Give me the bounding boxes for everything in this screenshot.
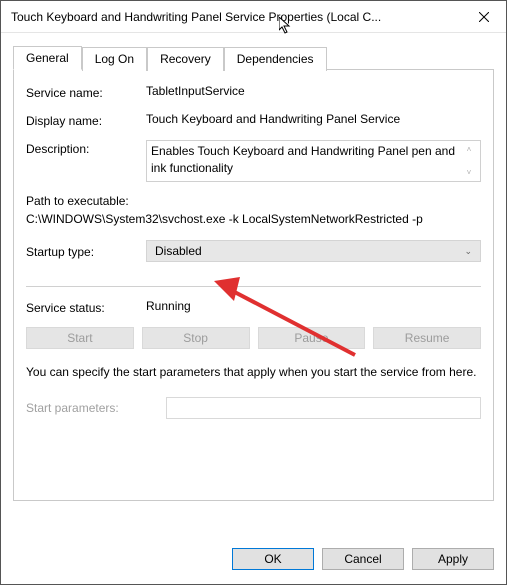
close-icon [479,12,489,22]
service-status-label: Service status: [26,299,146,315]
divider [26,286,481,287]
dialog-footer: OK Cancel Apply [1,536,506,584]
tab-recovery[interactable]: Recovery [147,47,224,71]
tab-panel-general: Service name: TabletInputService Display… [13,69,494,501]
pause-button[interactable]: Pause [258,327,366,349]
display-name-label: Display name: [26,112,146,128]
tab-log-on[interactable]: Log On [82,47,147,71]
startup-type-label: Startup type: [26,243,146,259]
ok-button[interactable]: OK [232,548,314,570]
description-value: Enables Touch Keyboard and Handwriting P… [151,143,462,179]
path-label: Path to executable: [26,194,481,208]
service-properties-dialog: Touch Keyboard and Handwriting Panel Ser… [0,0,507,585]
apply-button[interactable]: Apply [412,548,494,570]
tab-general[interactable]: General [13,46,82,70]
service-name-value: TabletInputService [146,84,481,98]
titlebar: Touch Keyboard and Handwriting Panel Ser… [1,1,506,33]
startup-type-value: Disabled [155,244,202,258]
help-text: You can specify the start parameters tha… [26,363,481,381]
cancel-button[interactable]: Cancel [322,548,404,570]
stop-button[interactable]: Stop [142,327,250,349]
chevron-down-icon: ˅ [467,167,472,178]
tabstrip: General Log On Recovery Dependencies [13,45,494,69]
window-title: Touch Keyboard and Handwriting Panel Ser… [11,10,462,24]
close-button[interactable] [462,1,506,32]
startup-type-select[interactable]: Disabled ⌄ [146,240,481,262]
dialog-body: General Log On Recovery Dependencies Ser… [1,33,506,536]
display-name-value: Touch Keyboard and Handwriting Panel Ser… [146,112,481,126]
chevron-up-icon: ˄ [467,144,472,155]
start-parameters-input[interactable] [166,397,481,419]
start-parameters-label: Start parameters: [26,401,166,415]
description-label: Description: [26,140,146,156]
description-scrollbar[interactable]: ˄ ˅ [462,143,476,179]
resume-button[interactable]: Resume [373,327,481,349]
service-name-label: Service name: [26,84,146,100]
annotation-arrow-icon [210,275,370,365]
tab-dependencies[interactable]: Dependencies [224,47,327,71]
tabs: General Log On Recovery Dependencies Ser… [13,45,494,501]
path-value: C:\WINDOWS\System32\svchost.exe -k Local… [26,212,481,226]
service-status-value: Running [146,299,481,315]
chevron-down-icon: ⌄ [464,246,472,257]
start-button[interactable]: Start [26,327,134,349]
description-box: Enables Touch Keyboard and Handwriting P… [146,140,481,182]
